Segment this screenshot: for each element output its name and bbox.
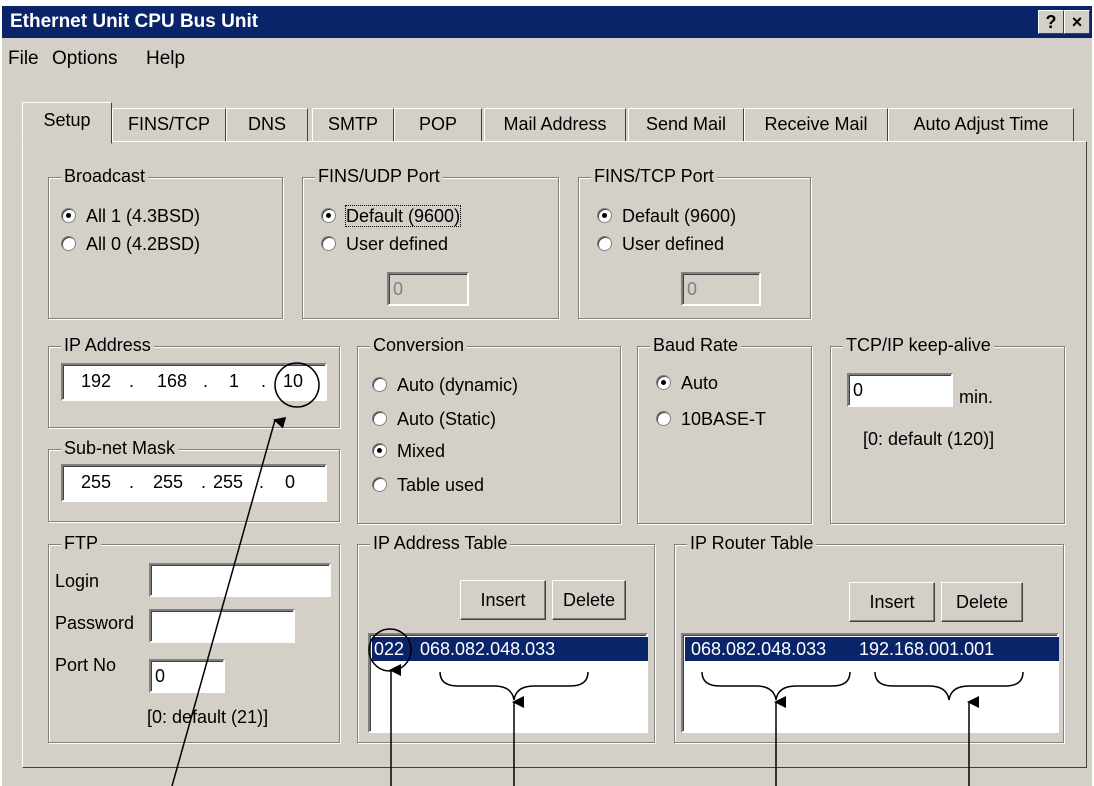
router-ip1-brace — [701, 671, 851, 701]
ip-last-octet-circle — [274, 362, 320, 408]
tab-setup[interactable]: Setup — [22, 102, 112, 144]
annotation-overlay — [171, 362, 1024, 786]
ip-octet-arrow — [171, 416, 287, 786]
ip-brace — [439, 671, 589, 701]
router-ip2-brace — [874, 671, 1024, 701]
node-number-circle — [368, 628, 412, 672]
